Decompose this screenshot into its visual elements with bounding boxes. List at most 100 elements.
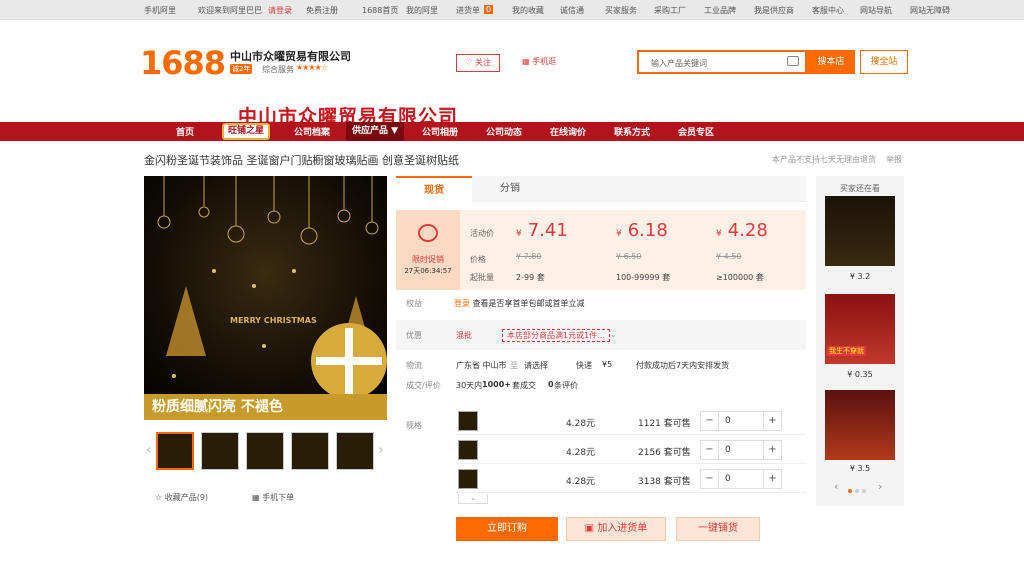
tab-in-stock[interactable]: 现货 — [396, 176, 472, 202]
topbar-service-center[interactable]: 客服中心 — [812, 5, 844, 16]
chevron-left-icon[interactable]: ‹ — [834, 480, 838, 493]
decrement-button[interactable]: − — [701, 441, 719, 459]
increment-button[interactable]: + — [763, 412, 781, 430]
thumbnail[interactable] — [246, 432, 284, 470]
spec-row: 4.28元 3138 套可售 − 0 + — [456, 467, 806, 493]
mix-batch-tag[interactable]: 本店部分商品满1元或1件... — [502, 329, 610, 342]
spec-row: 4.28元 1121 套可售 − 0 + — [456, 409, 806, 435]
decrement-button[interactable]: − — [701, 470, 719, 488]
mobile-visit-link[interactable]: ▦ 手机逛 — [522, 56, 556, 67]
promo-block: 限时促销 27天06:34:57 — [396, 210, 460, 290]
topbar-home[interactable]: 1688首页 — [362, 5, 398, 16]
follow-button[interactable]: ♡ 关注 — [456, 54, 500, 72]
order-now-button[interactable]: 立即订购 — [456, 517, 558, 541]
nav-star-shop[interactable]: 旺铺之星 — [222, 123, 271, 140]
tier-price: ¥6.18 — [616, 220, 668, 241]
service-label: 综合服务 — [262, 65, 294, 74]
nav-products[interactable]: 供应产品 ▼ — [346, 122, 405, 141]
camera-icon[interactable] — [787, 56, 799, 66]
thumbnail[interactable] — [291, 432, 329, 470]
topbar-chengxintong[interactable]: 诚信通 — [560, 5, 584, 16]
search-box[interactable]: 输入产品关键词 — [637, 50, 807, 74]
nav-inquiry[interactable]: 在线询价 — [550, 125, 586, 138]
mobile-label: 手机逛 — [532, 57, 557, 66]
nav-news[interactable]: 公司动态 — [486, 125, 522, 138]
search-input[interactable]: 输入产品关键词 — [651, 58, 707, 69]
topbar-login[interactable]: 请登录 — [268, 5, 292, 16]
topbar-buyer-service[interactable]: 买家服务 — [605, 5, 637, 16]
reviews-unit[interactable]: 条评价 — [554, 380, 578, 391]
tier-original-price: ¥ 4.50 — [716, 252, 742, 261]
nav-contact[interactable]: 联系方式 — [614, 125, 650, 138]
topbar-register[interactable]: 免费注册 — [306, 5, 338, 16]
currency-symbol: ¥ — [516, 229, 522, 239]
topbar-mobile-ali[interactable]: 手机阿里 — [144, 5, 176, 16]
report-link[interactable]: 举报 — [886, 154, 902, 165]
thumbnail[interactable] — [201, 432, 239, 470]
nav-album[interactable]: 公司相册 — [422, 125, 458, 138]
benefit-login-tag[interactable]: 登录 — [454, 299, 470, 308]
benefit-desc: 查看是否享首单包邮或首单立减 — [472, 299, 585, 308]
tier-price: ¥7.41 — [516, 220, 568, 241]
no-return-note: 本产品不支持七天无理由退货 — [772, 155, 876, 164]
topbar-site-nav[interactable]: 网站导航 — [860, 5, 892, 16]
topbar-my-ali[interactable]: 我的阿里 — [406, 5, 438, 16]
quantity-input[interactable]: 0 — [725, 416, 731, 426]
search-shop-button[interactable]: 搜本店 — [807, 50, 855, 74]
currency-symbol: ¥ — [716, 229, 722, 239]
chevron-down-icon[interactable]: ⌄ — [610, 330, 617, 339]
thumb-next-icon[interactable]: › — [378, 442, 384, 458]
one-click-distribute-button[interactable]: 一键铺货 — [676, 517, 760, 541]
product-main-image[interactable]: MERRY CHRISTMAS 粉质细腻闪亮 不褪色 — [144, 176, 387, 420]
qr-icon: ▦ — [522, 57, 533, 66]
spec-label: 规格 — [406, 421, 422, 430]
topbar-favorites[interactable]: 我的收藏 — [512, 5, 544, 16]
increment-button[interactable]: + — [763, 441, 781, 459]
ship-to-select[interactable]: 请选择 — [524, 360, 548, 371]
expand-specs-icon[interactable]: ⌄ — [458, 494, 488, 504]
shop-header: 1688 中山市众曜贸易有限公司 诚2年 综合服务 ★★★★☆ ♡ 关注 ▦ 手… — [0, 20, 1024, 128]
chevron-right-icon[interactable]: › — [878, 480, 882, 493]
price-label: 价格 — [470, 255, 486, 264]
favorite-product-link[interactable]: ☆ 收藏产品(9) — [155, 492, 208, 503]
spec-thumbnail[interactable] — [458, 440, 478, 460]
thumbnail[interactable] — [156, 432, 194, 470]
add-to-cart-button[interactable]: ▣ 加入进货单 — [566, 517, 666, 541]
nav-members[interactable]: 会员专区 — [678, 125, 714, 138]
topbar-factory[interactable]: 采购工厂 — [654, 5, 686, 16]
topbar-supplier[interactable]: 我是供应商 — [754, 5, 794, 16]
thumbnail[interactable] — [336, 432, 374, 470]
mobile-order-link[interactable]: ▦ 手机下单 — [252, 492, 294, 503]
mobile-order-label: 手机下单 — [262, 493, 295, 502]
shop-name[interactable]: 中山市众曜贸易有限公司 — [230, 48, 351, 64]
topbar-industrial[interactable]: 工业品牌 — [704, 5, 736, 16]
also-viewed-image[interactable]: 我生不穿就 — [825, 294, 895, 364]
search-site-button[interactable]: 搜全站 — [860, 50, 908, 74]
spec-thumbnail[interactable] — [458, 469, 478, 489]
qr-icon: ▦ — [252, 493, 263, 502]
reviews-count[interactable]: 0 — [548, 380, 554, 389]
site-logo[interactable]: 1688 — [140, 44, 226, 82]
promo-title: 限时促销 — [412, 255, 444, 264]
spec-stock: 1121 套可售 — [638, 419, 691, 429]
quantity-input[interactable]: 0 — [725, 445, 731, 455]
benefit-text[interactable]: 登录 查看是否享首单包邮或首单立减 — [454, 298, 585, 309]
also-viewed-image[interactable] — [825, 196, 895, 266]
decrement-button[interactable]: − — [701, 412, 719, 430]
nav-home[interactable]: 首页 — [176, 125, 194, 138]
thumb-prev-icon[interactable]: ‹ — [146, 442, 152, 458]
tier-price: ¥4.28 — [716, 220, 768, 241]
increment-button[interactable]: + — [763, 470, 781, 488]
tier-original-price: ¥ 6.50 — [616, 252, 642, 261]
also-viewed-image[interactable] — [825, 390, 895, 460]
nav-company-profile[interactable]: 公司档案 — [294, 125, 330, 138]
spec-stock: 2156 套可售 — [638, 448, 691, 458]
quantity-input[interactable]: 0 — [725, 474, 731, 484]
topbar-accessibility[interactable]: 网站无障碍 — [910, 5, 950, 16]
tab-distribution[interactable]: 分销 — [472, 176, 548, 202]
ship-to-sep: 至 — [510, 361, 518, 370]
cart-count-badge: 0 — [484, 5, 494, 14]
activity-price-label: 活动价 — [470, 229, 494, 238]
topbar-cart[interactable]: 进货单 — [456, 5, 480, 16]
spec-thumbnail[interactable] — [458, 411, 478, 431]
